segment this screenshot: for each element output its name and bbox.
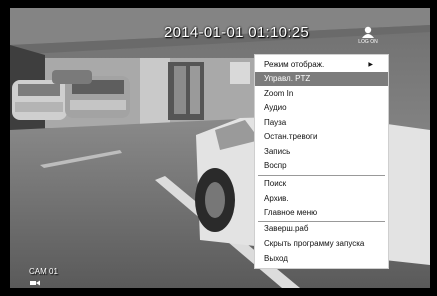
- menu-item-label: Архив.: [264, 194, 289, 203]
- camera-recording-icon: [30, 280, 40, 288]
- menu-item-main-menu[interactable]: Главное меню: [255, 206, 388, 220]
- menu-item-label: Остан.тревоги: [264, 132, 318, 141]
- menu-item-label: Воспр: [264, 161, 287, 170]
- menu-item-ptz-control[interactable]: Управл. PTZ: [255, 72, 388, 86]
- user-icon: [362, 26, 374, 38]
- logon-label: LOG ON: [358, 39, 378, 45]
- dvr-live-view: 2014-01-01 01:10:25 LOG ON CAM 01 Режим …: [0, 0, 437, 296]
- menu-item-label: Запись: [264, 147, 291, 156]
- menu-item-stop-alarm[interactable]: Остан.тревоги: [255, 130, 388, 144]
- menu-item-display-mode[interactable]: Режим отображ. ▶: [255, 58, 388, 72]
- menu-item-hide-launcher[interactable]: Скрыть программу запуска: [255, 237, 388, 251]
- menu-item-audio[interactable]: Аудио: [255, 101, 388, 115]
- datetime-display: 2014-01-01 01:10:25: [164, 24, 309, 41]
- menu-item-label: Выход: [264, 254, 288, 263]
- context-menu: Режим отображ. ▶ Управл. PTZ Zoom In Ауд…: [255, 55, 388, 268]
- menu-item-shutdown[interactable]: Заверш.раб: [255, 222, 388, 236]
- menu-item-exit[interactable]: Выход: [255, 252, 388, 266]
- menu-item-label: Заверш.раб: [264, 224, 309, 233]
- menu-item-search[interactable]: Поиск: [255, 177, 388, 191]
- menu-item-label: Пауза: [264, 118, 287, 127]
- menu-item-label: Поиск: [264, 179, 287, 188]
- menu-item-label: Zoom In: [264, 89, 294, 98]
- menu-item-label: Скрыть программу запуска: [264, 239, 365, 248]
- menu-item-zoom-in[interactable]: Zoom In: [255, 87, 388, 101]
- menu-item-play[interactable]: Воспр: [255, 159, 388, 173]
- menu-item-pause[interactable]: Пауза: [255, 116, 388, 130]
- camera-name: CAM 01: [29, 267, 58, 276]
- menu-item-record[interactable]: Запись: [255, 145, 388, 159]
- menu-separator: [258, 175, 385, 176]
- menu-item-label: Главное меню: [264, 208, 318, 217]
- menu-item-label: Управл. PTZ: [264, 74, 311, 83]
- menu-item-label: Аудио: [264, 103, 287, 112]
- submenu-arrow-icon: ▶: [368, 62, 373, 68]
- menu-item-archive[interactable]: Архив.: [255, 192, 388, 206]
- logon-button[interactable]: LOG ON: [357, 26, 379, 46]
- menu-item-label: Режим отображ.: [264, 60, 325, 69]
